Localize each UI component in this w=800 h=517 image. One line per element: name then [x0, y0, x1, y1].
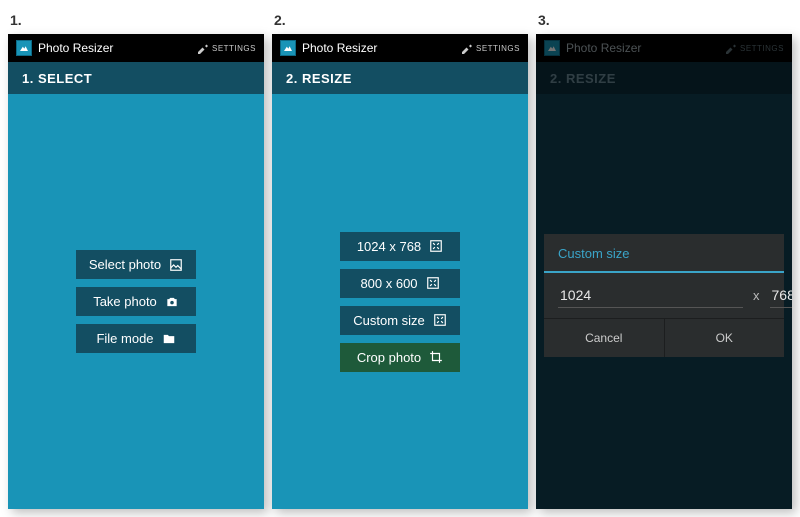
step-number: 1.	[8, 8, 264, 34]
settings-label: SETTINGS	[476, 44, 520, 53]
settings-button[interactable]: SETTINGS	[197, 42, 256, 54]
app-title: Photo Resizer	[302, 41, 461, 55]
step-header: 1. SELECT	[8, 62, 264, 94]
button-label: Take photo	[93, 294, 157, 309]
button-label: 1024 x 768	[357, 239, 421, 254]
height-input[interactable]	[770, 283, 793, 308]
button-label: Custom size	[353, 313, 425, 328]
cancel-button[interactable]: Cancel	[544, 319, 665, 357]
expand-icon	[433, 313, 447, 327]
button-label: Select photo	[89, 257, 161, 272]
step-number: 2.	[272, 8, 528, 34]
button-label: File mode	[96, 331, 153, 346]
step-number: 3.	[536, 8, 792, 34]
wrench-icon	[197, 42, 209, 54]
dialog-body: x	[544, 273, 784, 318]
file-mode-button[interactable]: File mode	[76, 324, 196, 353]
phone-screen-1: Photo Resizer SETTINGS 1. SELECT Select …	[8, 34, 264, 509]
camera-icon	[165, 295, 179, 309]
step-3-column: 3. Photo Resizer SETTINGS 2. RESIZE Cust…	[536, 8, 792, 509]
button-label: 800 x 600	[360, 276, 417, 291]
dialog-title: Custom size	[544, 234, 784, 273]
image-icon	[169, 258, 183, 272]
crop-photo-button[interactable]: Crop photo	[340, 343, 460, 372]
expand-icon	[429, 239, 443, 253]
size-800-button[interactable]: 800 x 600	[340, 269, 460, 298]
custom-size-dialog: Custom size x Cancel OK	[544, 234, 784, 357]
titlebar: Photo Resizer SETTINGS	[272, 34, 528, 62]
ok-button[interactable]: OK	[665, 319, 785, 357]
folder-icon	[162, 332, 176, 346]
select-photo-button[interactable]: Select photo	[76, 250, 196, 279]
app-icon	[280, 40, 296, 56]
step-2-column: 2. Photo Resizer SETTINGS 2. RESIZE 1024…	[272, 8, 528, 509]
size-1024-button[interactable]: 1024 x 768	[340, 232, 460, 261]
phone-screen-3: Photo Resizer SETTINGS 2. RESIZE Custom …	[536, 34, 792, 509]
crop-icon	[429, 350, 443, 364]
width-input[interactable]	[558, 283, 743, 308]
take-photo-button[interactable]: Take photo	[76, 287, 196, 316]
step-header: 2. RESIZE	[272, 62, 528, 94]
expand-icon	[426, 276, 440, 290]
content-area: 1024 x 768 800 x 600 Custom size Crop ph…	[272, 94, 528, 509]
titlebar: Photo Resizer SETTINGS	[8, 34, 264, 62]
button-label: Crop photo	[357, 350, 421, 365]
dialog-actions: Cancel OK	[544, 318, 784, 357]
step-1-column: 1. Photo Resizer SETTINGS 1. SELECT Sele…	[8, 8, 264, 509]
content-area: Select photo Take photo File mode	[8, 94, 264, 509]
settings-button[interactable]: SETTINGS	[461, 42, 520, 54]
phone-screen-2: Photo Resizer SETTINGS 2. RESIZE 1024 x …	[272, 34, 528, 509]
custom-size-button[interactable]: Custom size	[340, 306, 460, 335]
settings-label: SETTINGS	[212, 44, 256, 53]
app-title: Photo Resizer	[38, 41, 197, 55]
dimension-separator: x	[753, 288, 760, 303]
app-icon	[16, 40, 32, 56]
wrench-icon	[461, 42, 473, 54]
